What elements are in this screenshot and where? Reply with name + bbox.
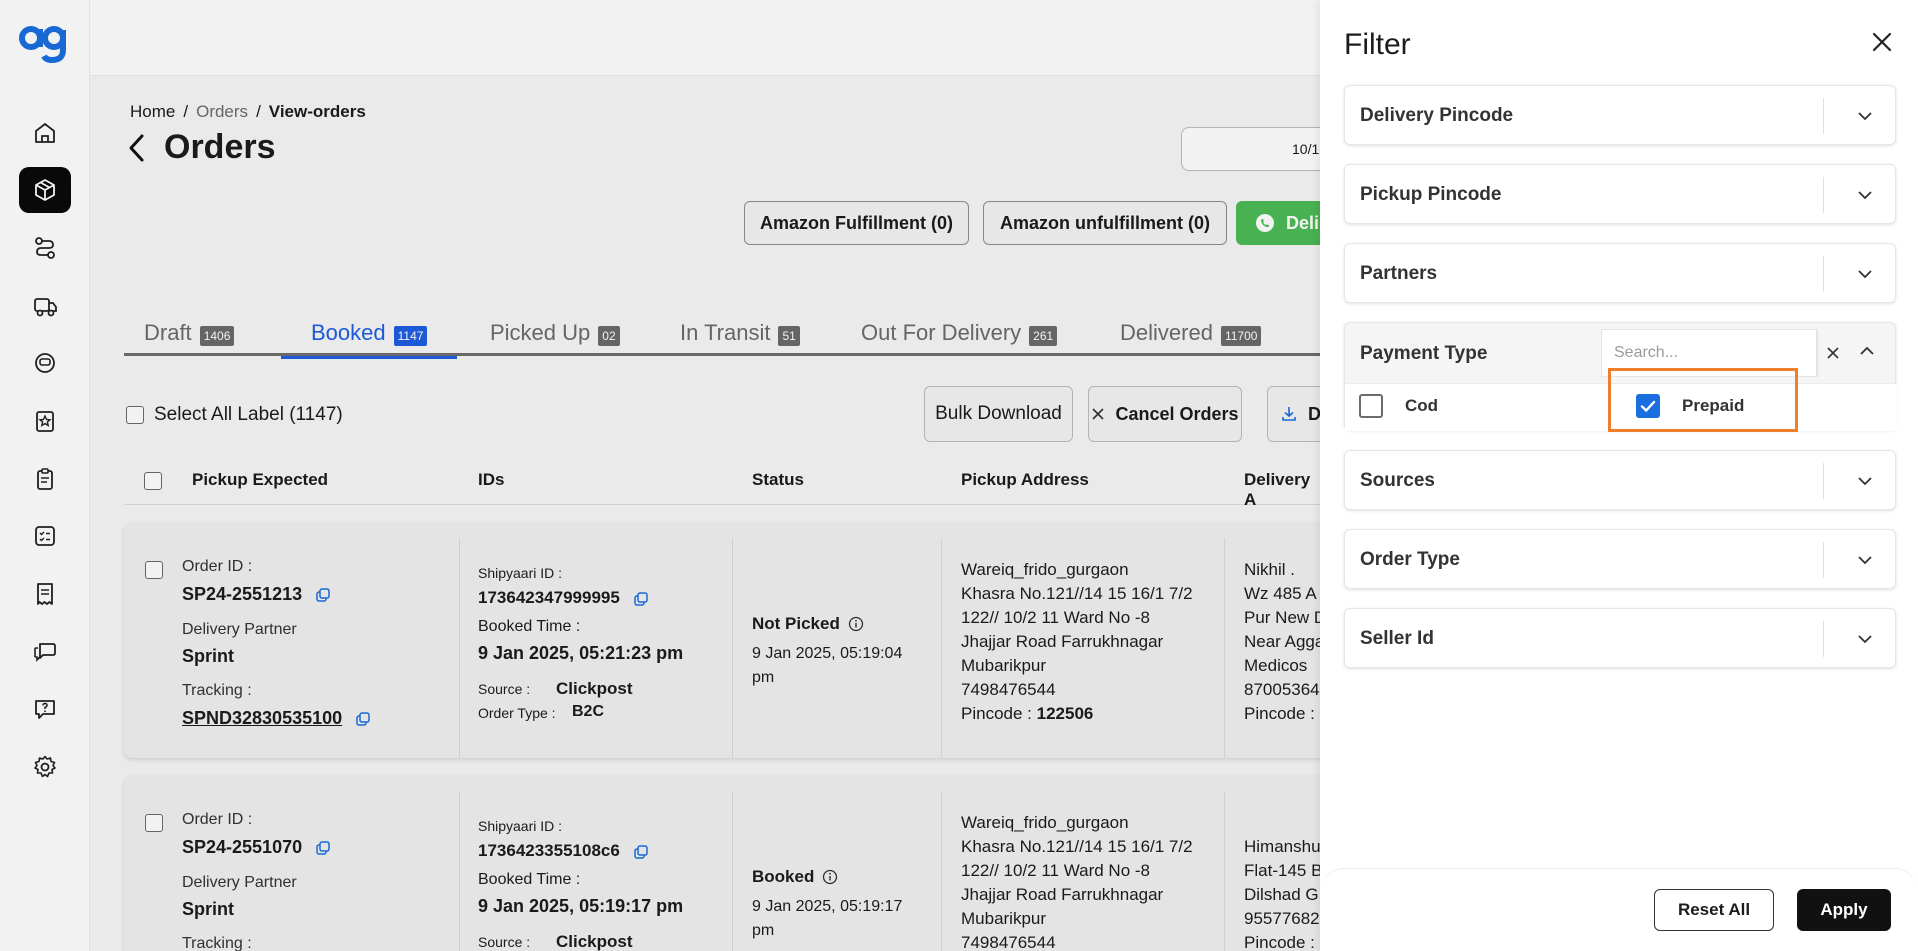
chevron-down-icon[interactable] [1855,106,1875,126]
divider [1817,329,1818,377]
filter-section-label: Payment Type [1360,343,1488,364]
filter-section-label: Pickup Pincode [1360,184,1502,205]
chevron-down-icon[interactable] [1855,629,1875,649]
divider [1823,177,1824,213]
reset-all-button[interactable]: Reset All [1654,889,1774,931]
option-prepaid[interactable]: Prepaid [1636,394,1744,418]
chevron-down-icon[interactable] [1855,185,1875,205]
divider [1823,463,1824,499]
filter-panel: Filter Delivery Pincode Pickup Pincode P… [1320,0,1918,951]
chevron-up-icon[interactable] [1857,341,1877,361]
filter-section-label: Delivery Pincode [1360,105,1514,126]
filter-payment-type: Payment Type Search... Cod Prepaid [1344,322,1897,431]
cod-checkbox[interactable] [1359,394,1383,418]
filter-section-label: Seller Id [1360,628,1434,649]
filter-order-type[interactable]: Order Type [1344,529,1896,589]
filter-partners[interactable]: Partners [1344,243,1896,303]
divider [1823,621,1824,657]
option-label: Cod [1405,396,1439,415]
payment-search-input[interactable]: Search... [1601,329,1817,377]
chevron-down-icon[interactable] [1855,471,1875,491]
clear-search-icon[interactable] [1823,343,1843,363]
close-icon[interactable] [1868,28,1896,56]
filter-footer: Reset All Apply [1320,868,1918,951]
option-label: Prepaid [1682,396,1745,415]
filter-delivery-pincode[interactable]: Delivery Pincode [1344,85,1896,145]
filter-section-label: Sources [1360,470,1435,491]
filter-title: Filter [1344,28,1411,61]
filter-seller-id[interactable]: Seller Id [1344,608,1896,668]
dim-overlay[interactable] [0,0,1320,951]
divider [1823,98,1824,134]
payment-options: Cod Prepaid [1345,383,1897,431]
filter-sources[interactable]: Sources [1344,450,1896,510]
apply-button[interactable]: Apply [1797,889,1891,931]
filter-pickup-pincode[interactable]: Pickup Pincode [1344,164,1896,224]
option-cod[interactable]: Cod [1359,394,1438,418]
chevron-down-icon[interactable] [1855,264,1875,284]
prepaid-checkbox[interactable] [1636,394,1660,418]
divider [1823,256,1824,292]
filter-section-label: Partners [1360,263,1438,284]
filter-section-label: Order Type [1360,549,1460,570]
divider [1823,542,1824,578]
chevron-down-icon[interactable] [1855,550,1875,570]
checkmark-icon [1640,400,1656,412]
